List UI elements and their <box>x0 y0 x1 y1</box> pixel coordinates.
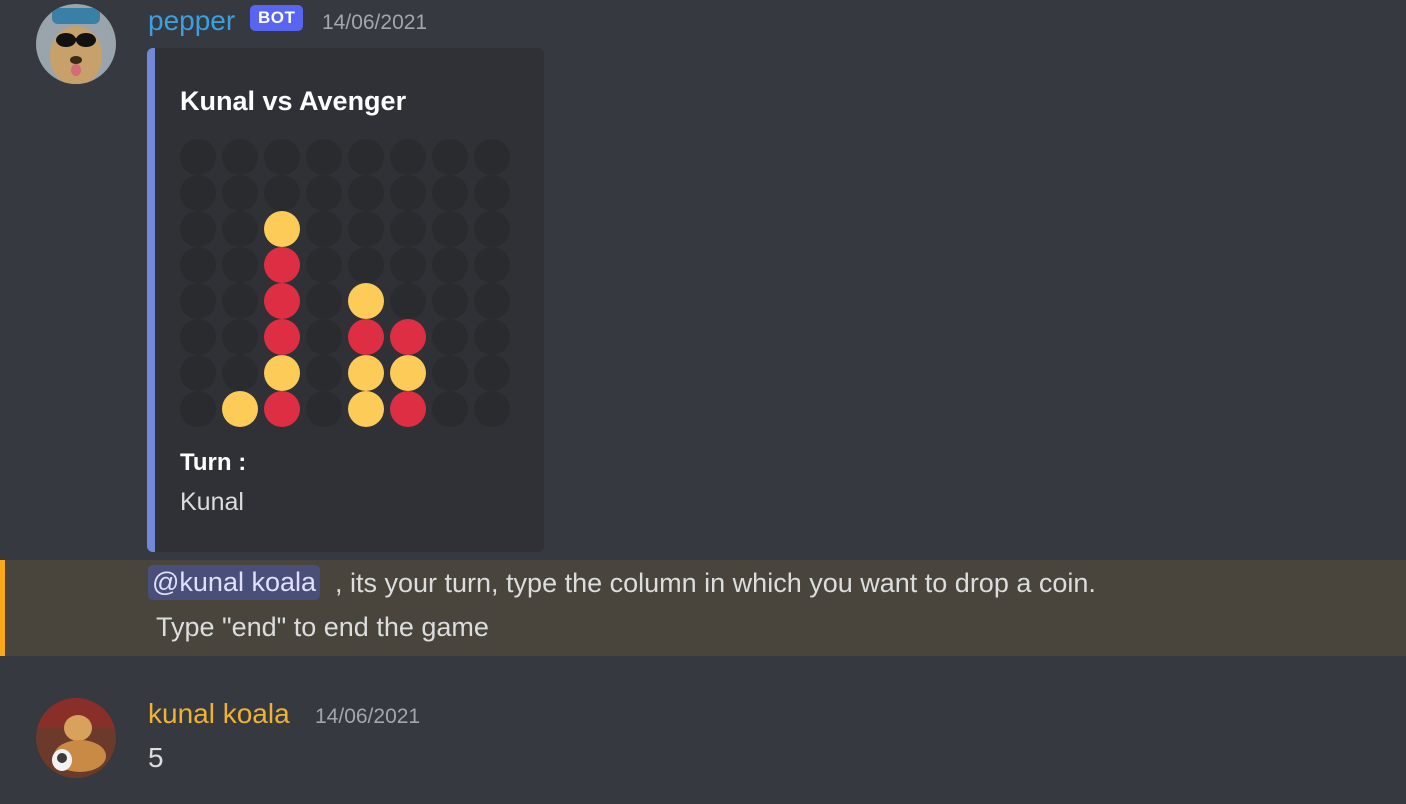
yellow-coin <box>222 391 258 427</box>
empty-slot <box>348 211 384 247</box>
empty-slot <box>306 175 342 211</box>
empty-slot <box>264 175 300 211</box>
author-name-kunal-koala[interactable]: kunal koala <box>148 698 290 730</box>
empty-slot <box>474 319 510 355</box>
empty-slot <box>306 211 342 247</box>
yellow-coin <box>390 355 426 391</box>
empty-slot <box>390 175 426 211</box>
author-name-pepper[interactable]: pepper <box>148 5 235 37</box>
dogs-avatar-icon <box>36 698 116 778</box>
yellow-coin <box>264 211 300 247</box>
message-text-line1: , its your turn, type the column in whic… <box>335 568 1096 598</box>
mention-highlight-row: @kunal koala , its your turn, type the c… <box>0 560 1406 656</box>
empty-slot <box>306 247 342 283</box>
empty-slot <box>432 319 468 355</box>
empty-slot <box>390 211 426 247</box>
red-coin <box>264 391 300 427</box>
bot-badge: BOT <box>250 5 304 31</box>
empty-slot <box>432 175 468 211</box>
empty-slot <box>474 355 510 391</box>
empty-slot <box>180 211 216 247</box>
empty-slot <box>432 391 468 427</box>
empty-slot <box>180 283 216 319</box>
message-text-line2: Type "end" to end the game <box>156 612 489 642</box>
empty-slot <box>222 355 258 391</box>
red-coin <box>264 319 300 355</box>
message-timestamp[interactable]: 14/06/2021 <box>322 11 427 35</box>
avatar-kunal-koala[interactable] <box>36 698 116 778</box>
red-coin <box>264 283 300 319</box>
empty-slot <box>180 175 216 211</box>
connect-four-board <box>180 139 520 429</box>
empty-slot <box>348 139 384 175</box>
red-coin <box>348 319 384 355</box>
empty-slot <box>474 391 510 427</box>
empty-slot <box>390 139 426 175</box>
empty-slot <box>264 139 300 175</box>
empty-slot <box>306 355 342 391</box>
empty-slot <box>180 391 216 427</box>
empty-slot <box>306 283 342 319</box>
empty-slot <box>180 319 216 355</box>
empty-slot <box>390 283 426 319</box>
empty-slot <box>474 247 510 283</box>
game-embed: Kunal vs Avenger Turn : Kunal <box>147 48 544 552</box>
yellow-coin <box>348 283 384 319</box>
red-coin <box>264 247 300 283</box>
red-coin <box>390 319 426 355</box>
empty-slot <box>348 247 384 283</box>
yellow-coin <box>264 355 300 391</box>
empty-slot <box>306 391 342 427</box>
empty-slot <box>222 319 258 355</box>
empty-slot <box>222 211 258 247</box>
empty-slot <box>222 139 258 175</box>
embed-field-value: Kunal <box>180 488 244 516</box>
empty-slot <box>474 211 510 247</box>
empty-slot <box>432 283 468 319</box>
red-coin <box>390 391 426 427</box>
empty-slot <box>390 247 426 283</box>
empty-slot <box>432 355 468 391</box>
empty-slot <box>432 211 468 247</box>
empty-slot <box>432 139 468 175</box>
empty-slot <box>180 355 216 391</box>
avatar-pepper[interactable] <box>36 4 116 84</box>
empty-slot <box>222 247 258 283</box>
user-mention[interactable]: @kunal koala <box>148 565 321 600</box>
message-text: 5 <box>148 742 164 773</box>
empty-slot <box>474 139 510 175</box>
empty-slot <box>222 283 258 319</box>
empty-slot <box>222 175 258 211</box>
empty-slot <box>474 283 510 319</box>
empty-slot <box>180 247 216 283</box>
embed-title: Kunal vs Avenger <box>180 86 407 116</box>
yellow-coin <box>348 391 384 427</box>
message-timestamp-2[interactable]: 14/06/2021 <box>315 705 420 729</box>
yellow-coin <box>348 355 384 391</box>
empty-slot <box>306 319 342 355</box>
dog-avatar-icon <box>36 4 116 84</box>
empty-slot <box>432 247 468 283</box>
empty-slot <box>306 139 342 175</box>
empty-slot <box>180 139 216 175</box>
empty-slot <box>348 175 384 211</box>
embed-field-name: Turn : <box>180 449 247 476</box>
empty-slot <box>474 175 510 211</box>
board-svg <box>180 139 510 427</box>
